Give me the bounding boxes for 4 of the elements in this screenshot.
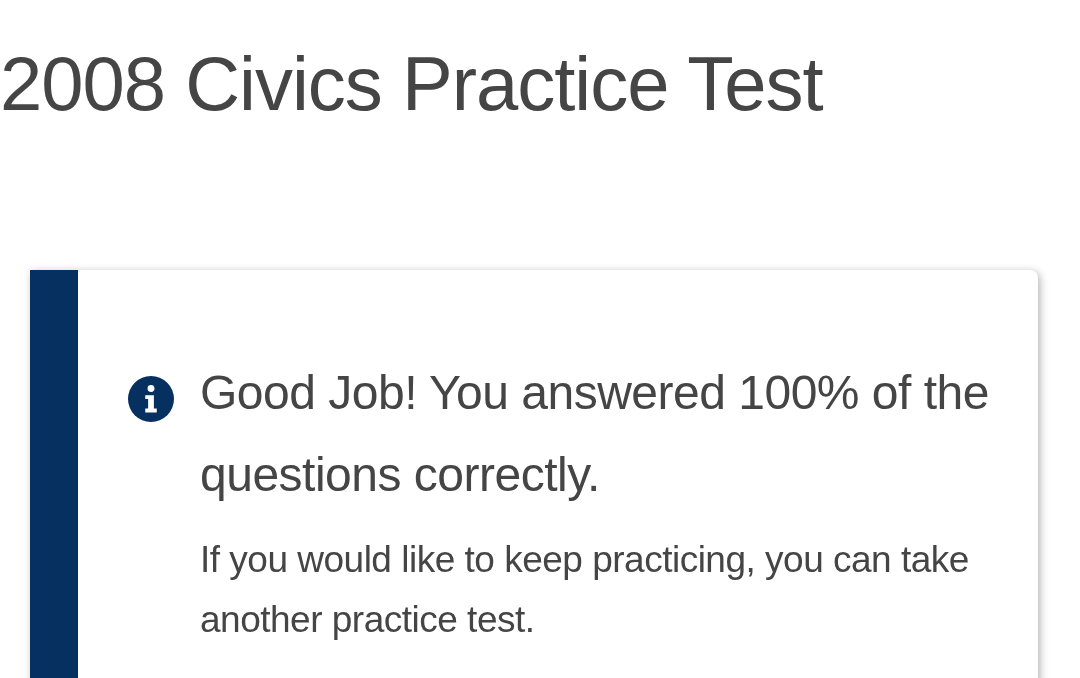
alert-message: If you would like to keep practicing, you can take another practice test.	[200, 538, 970, 642]
info-icon	[128, 376, 174, 422]
page-title: 2008 Civics Practice Test	[0, 40, 824, 128]
alert-heading: Good Job! You answered 100% of the questions correctly.	[200, 365, 990, 503]
